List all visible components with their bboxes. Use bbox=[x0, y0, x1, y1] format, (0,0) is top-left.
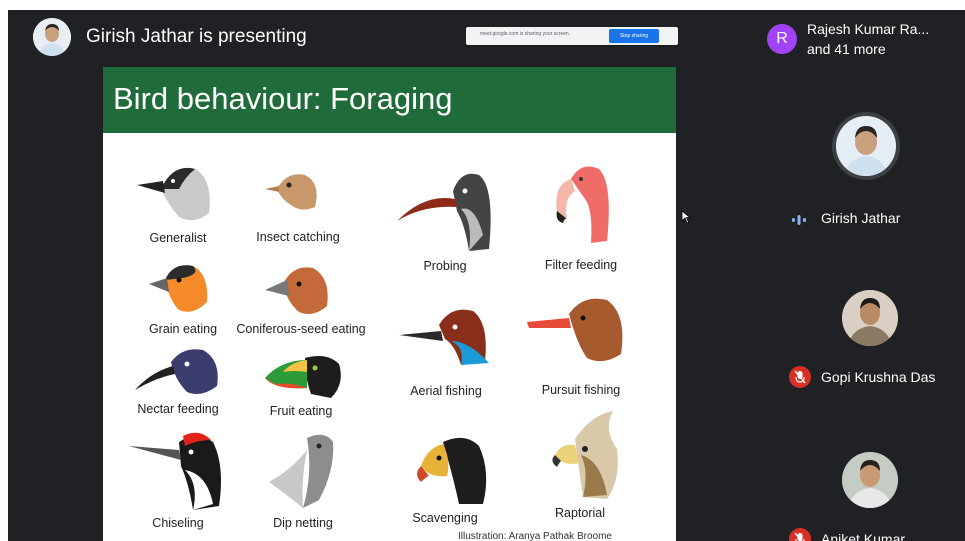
mic-muted-badge bbox=[789, 366, 811, 388]
illustration-credit: Illustration: Aranya Pathak Broome bbox=[458, 531, 612, 541]
bird-label: Generalist bbox=[149, 231, 207, 245]
scavenging-bird-illustration bbox=[417, 437, 487, 504]
participant-name: Rajesh Kumar Ra... bbox=[807, 21, 930, 37]
raptorial-bird-illustration bbox=[552, 411, 618, 499]
presenter-avatar bbox=[33, 18, 71, 56]
mic-off-icon bbox=[794, 532, 805, 541]
participant-name: Gopi Krushna Das bbox=[821, 369, 936, 385]
bird-label: Coniferous-seed eating bbox=[236, 322, 366, 336]
bird-label: Scavenging bbox=[412, 511, 478, 525]
screen-sharing-banner: meet.google.com is sharing your screen. … bbox=[466, 27, 678, 45]
filter-feeding-bird-illustration bbox=[556, 166, 609, 243]
participant-initial-avatar: R bbox=[767, 24, 797, 54]
sharing-notice: meet.google.com is sharing your screen. bbox=[480, 31, 571, 37]
pursuit-fishing-bird-illustration bbox=[527, 298, 623, 362]
meet-stage: Girish Jathar is presenting R Rajesh Kum… bbox=[8, 10, 965, 541]
bird-label: Nectar feeding bbox=[137, 402, 219, 416]
slide-header: Bird behaviour: Foraging bbox=[103, 67, 676, 133]
shared-slide: Bird behaviour: Foraging Generalist Inse… bbox=[103, 67, 676, 541]
bird-label: Pursuit fishing bbox=[541, 383, 621, 397]
participant-name: Girish Jathar bbox=[821, 210, 901, 226]
mic-muted-badge bbox=[789, 528, 811, 541]
grain-eating-bird-illustration bbox=[149, 265, 208, 312]
speaking-indicator-icon bbox=[792, 215, 806, 225]
bird-label: Fruit eating bbox=[269, 404, 333, 418]
bird-label: Filter feeding bbox=[544, 258, 618, 272]
insect-catching-bird-illustration bbox=[265, 174, 317, 210]
probing-bird-illustration bbox=[397, 173, 491, 251]
nectar-feeding-bird-illustration bbox=[135, 349, 218, 394]
participant-avatar bbox=[842, 452, 898, 508]
mic-off-icon bbox=[794, 370, 806, 384]
bird-label: Dip netting bbox=[273, 516, 333, 530]
mouse-cursor-icon bbox=[681, 210, 691, 224]
stop-sharing-button[interactable]: Stop sharing bbox=[609, 29, 659, 43]
slide-title: Bird behaviour: Foraging bbox=[113, 81, 453, 116]
bird-label: Probing bbox=[423, 259, 467, 273]
coniferous-seed-eating-bird-illustration bbox=[265, 267, 328, 314]
aerial-fishing-bird-illustration bbox=[399, 309, 489, 365]
bird-label: Insect catching bbox=[256, 230, 340, 244]
bird-label: Aerial fishing bbox=[410, 384, 482, 398]
generalist-bird-illustration bbox=[137, 167, 210, 221]
bird-label: Raptorial bbox=[554, 506, 606, 520]
bird-label: Grain eating bbox=[148, 322, 218, 336]
presenting-label: Girish Jathar is presenting bbox=[86, 26, 307, 47]
bird-label: Chiseling bbox=[152, 516, 204, 530]
fruit-eating-bird-illustration bbox=[265, 356, 341, 398]
more-participants-count: and 41 more bbox=[807, 41, 886, 57]
chiseling-bird-illustration bbox=[129, 432, 221, 510]
participant-avatar bbox=[842, 290, 898, 346]
dip-netting-bird-illustration bbox=[269, 434, 334, 508]
participant-avatar bbox=[836, 116, 896, 176]
participants-chip[interactable]: R Rajesh Kumar Ra... and 41 more bbox=[759, 12, 965, 68]
participant-name: Aniket Kumar bbox=[821, 531, 906, 541]
participant-sidebar: Girish Jathar Gopi Krushna Das Aniket Ku… bbox=[769, 70, 965, 541]
